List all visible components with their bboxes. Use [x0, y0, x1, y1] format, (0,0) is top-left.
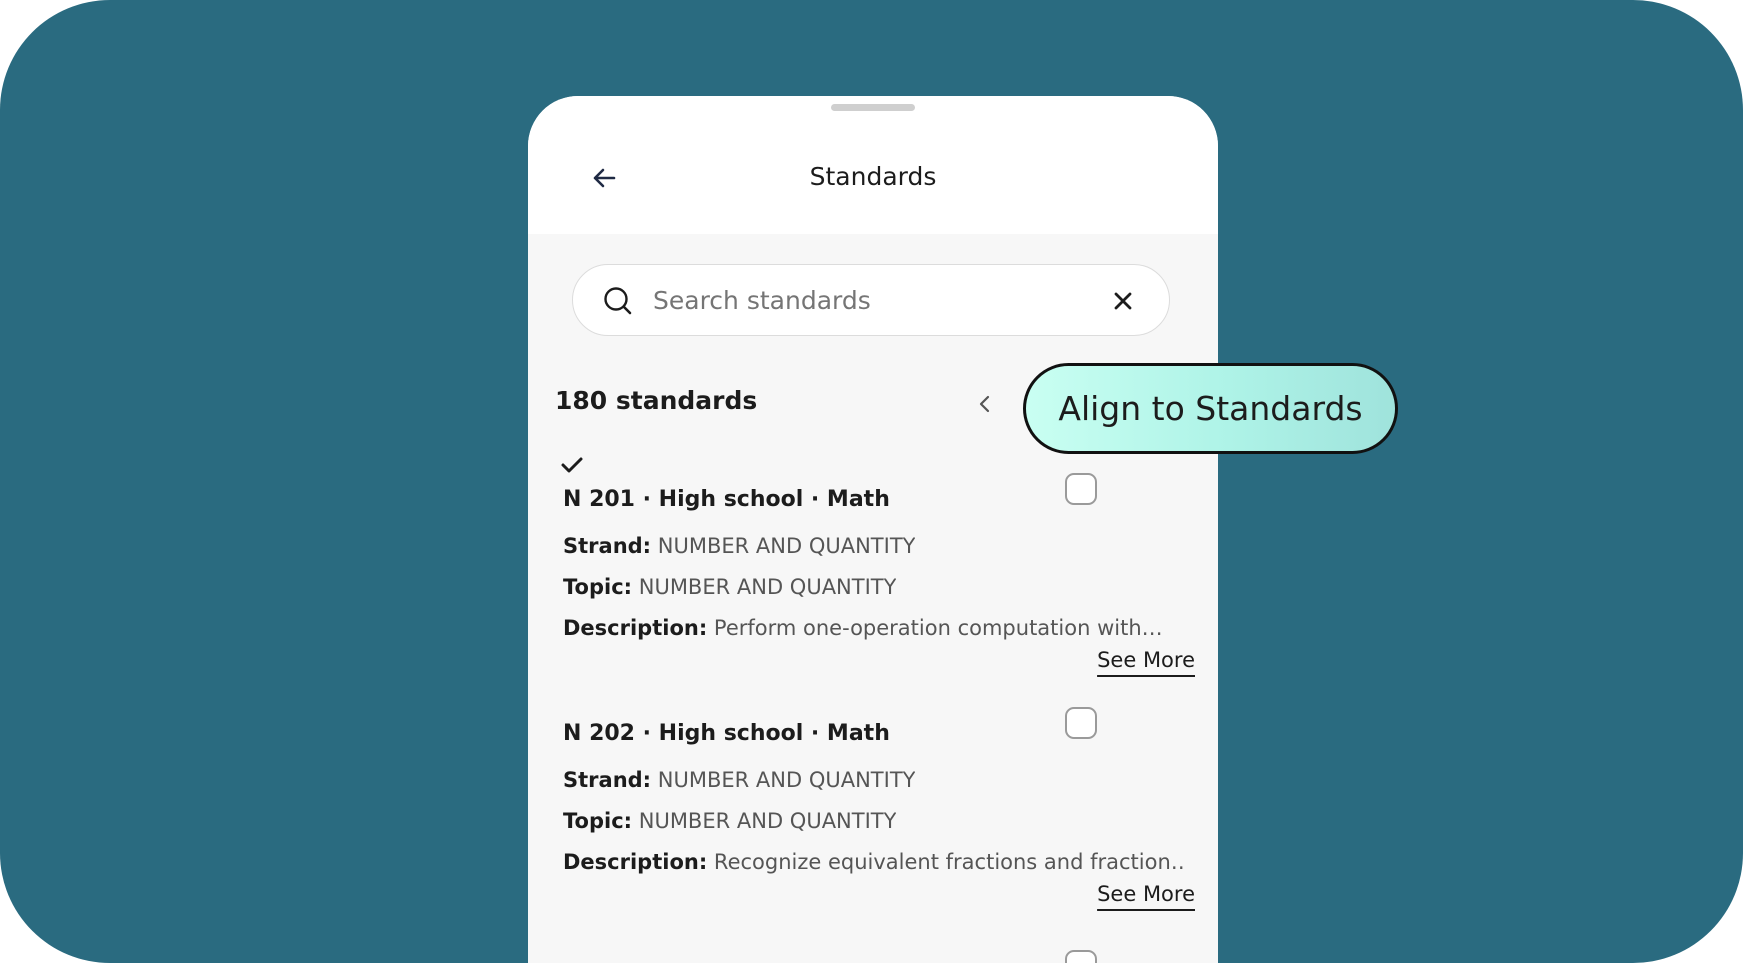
search-icon [603, 286, 633, 316]
results-count: 180 standards [555, 386, 758, 415]
align-to-standards-button[interactable]: Align to Standards [1023, 363, 1398, 454]
standard-checkbox[interactable] [1065, 950, 1097, 963]
standard-description: Description: Recognize equivalent fracti… [563, 850, 1183, 874]
standard-topic: Topic: NUMBER AND QUANTITY [563, 809, 897, 833]
standard-checkbox[interactable] [1065, 707, 1097, 739]
standards-sheet: Standards 180 standards [528, 96, 1218, 963]
drag-handle[interactable] [831, 104, 915, 111]
search-bar[interactable] [572, 264, 1170, 336]
page-title: Standards [809, 162, 937, 191]
standard-card: N 201 · High school · Math Strand: NUMBE… [563, 473, 1195, 707]
sheet-header: Standards [528, 96, 1218, 234]
standard-topic: Topic: NUMBER AND QUANTITY [563, 575, 897, 599]
standard-checkbox[interactable] [1065, 473, 1097, 505]
standard-title: N 202 · High school · Math [563, 721, 890, 746]
search-input[interactable] [653, 279, 1073, 321]
see-more-link[interactable]: See More [1097, 648, 1195, 672]
standard-description: Description: Perform one-operation compu… [563, 616, 1163, 640]
checkmark-icon [560, 453, 584, 477]
standard-strand: Strand: NUMBER AND QUANTITY [563, 768, 916, 792]
close-icon[interactable] [1109, 287, 1137, 315]
standard-strand: Strand: NUMBER AND QUANTITY [563, 534, 916, 558]
standard-title: N 201 · High school · Math [563, 487, 890, 512]
standard-card: N 202 · High school · Math Strand: NUMBE… [563, 707, 1195, 941]
see-more-link[interactable]: See More [1097, 882, 1195, 906]
app-frame: Standards 180 standards [0, 0, 1743, 963]
chevron-left-icon[interactable] [973, 392, 997, 416]
